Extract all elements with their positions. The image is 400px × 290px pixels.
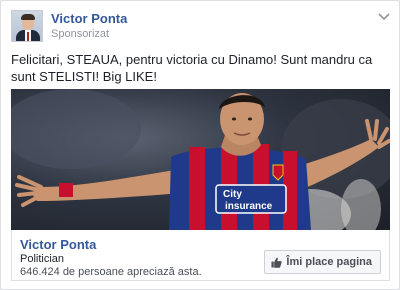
page-footer: Victor Ponta Politician 646.424 de perso… [11,230,390,281]
jersey-sponsor-line1: City [223,189,242,200]
thumbs-up-icon [271,257,283,268]
page-avatar[interactable] [11,10,43,42]
post-text: Felicitari, STEAUA, pentru victoria cu D… [11,52,373,84]
like-page-button[interactable]: Îmi place pagina [264,250,381,274]
like-page-button-label: Îmi place pagina [286,256,372,268]
sponsored-post-card: Victor Ponta Sponsorizat Felicitari, STE… [0,0,400,290]
page-category: Politician [20,253,65,265]
post-header: Victor Ponta Sponsorizat [11,10,391,44]
page-likes-count: 646.424 de persoane apreciază asta. [20,266,202,278]
page-name-link[interactable]: Victor Ponta [51,11,127,26]
chevron-down-icon[interactable] [377,10,391,24]
post-photo[interactable]: City insurance [11,89,390,230]
sponsored-label[interactable]: Sponsorizat [51,28,109,40]
jersey-sponsor-line2: insurance [225,201,273,212]
footer-page-name-link[interactable]: Victor Ponta [20,237,96,252]
